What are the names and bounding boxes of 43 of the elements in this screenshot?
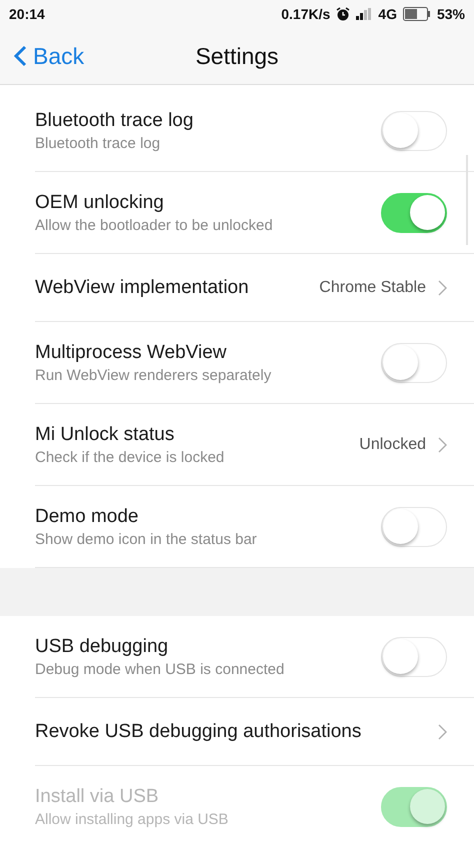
- chevron-right-icon: [438, 436, 447, 452]
- toggle-switch[interactable]: [381, 506, 447, 546]
- settings-row[interactable]: Multiprocess WebView Run WebView renderers separately: [35, 322, 474, 404]
- signal-icon: [356, 8, 372, 20]
- network-type: 4G: [378, 6, 397, 22]
- settings-row[interactable]: Revoke USB debugging authorisations: [35, 698, 474, 766]
- chevron-right-icon: [438, 724, 447, 740]
- setting-title: OEM unlocking: [35, 192, 164, 214]
- setting-description: Run WebView renderers separately: [35, 366, 272, 384]
- settings-row[interactable]: Bluetooth trace log Bluetooth trace log: [35, 90, 474, 172]
- settings-row[interactable]: Mi Unlock status Check if the device is locked Unlocked: [35, 404, 474, 486]
- setting-value: Unlocked: [359, 436, 426, 454]
- battery-level: 53%: [436, 6, 465, 22]
- toggle-switch[interactable]: [381, 342, 447, 382]
- setting-description: Allow installing apps via USB: [35, 810, 228, 828]
- setting-title: Multiprocess WebView: [35, 342, 226, 364]
- setting-title: Revoke USB debugging authorisations: [35, 720, 362, 742]
- status-time: 20:14: [9, 6, 45, 22]
- setting-title: Install via USB: [35, 786, 159, 808]
- settings-row[interactable]: WebView implementation Chrome Stable: [35, 254, 474, 322]
- toggle-switch[interactable]: [381, 636, 447, 676]
- settings-row[interactable]: OEM unlocking Allow the bootloader to be unlocked: [35, 172, 474, 254]
- setting-description: Debug mode when USB is connected: [35, 660, 284, 678]
- setting-title: USB debugging: [35, 636, 168, 658]
- toggle-switch[interactable]: [381, 110, 447, 150]
- chevron-left-icon: [14, 45, 27, 67]
- setting-description: Allow the bootloader to be unlocked: [35, 216, 273, 234]
- setting-title: Mi Unlock status: [35, 424, 174, 446]
- setting-value: Chrome Stable: [319, 278, 426, 296]
- network-speed: 0.17K/s: [281, 6, 330, 22]
- alarm-icon: [336, 7, 350, 21]
- setting-description: Show demo icon in the status bar: [35, 530, 257, 548]
- settings-row[interactable]: USB debugging Debug mode when USB is connected: [35, 616, 474, 698]
- setting-description: Bluetooth trace log: [35, 134, 160, 152]
- setting-title: WebView implementation: [35, 276, 249, 298]
- setting-description: Check if the device is locked: [35, 448, 224, 466]
- setting-title: Demo mode: [35, 506, 138, 528]
- toggle-switch[interactable]: [381, 192, 447, 232]
- battery-icon: [402, 7, 431, 21]
- back-button[interactable]: Back: [0, 42, 90, 70]
- screen-title: Settings: [195, 42, 279, 70]
- chevron-right-icon: [438, 280, 447, 296]
- setting-title: Bluetooth trace log: [35, 110, 194, 132]
